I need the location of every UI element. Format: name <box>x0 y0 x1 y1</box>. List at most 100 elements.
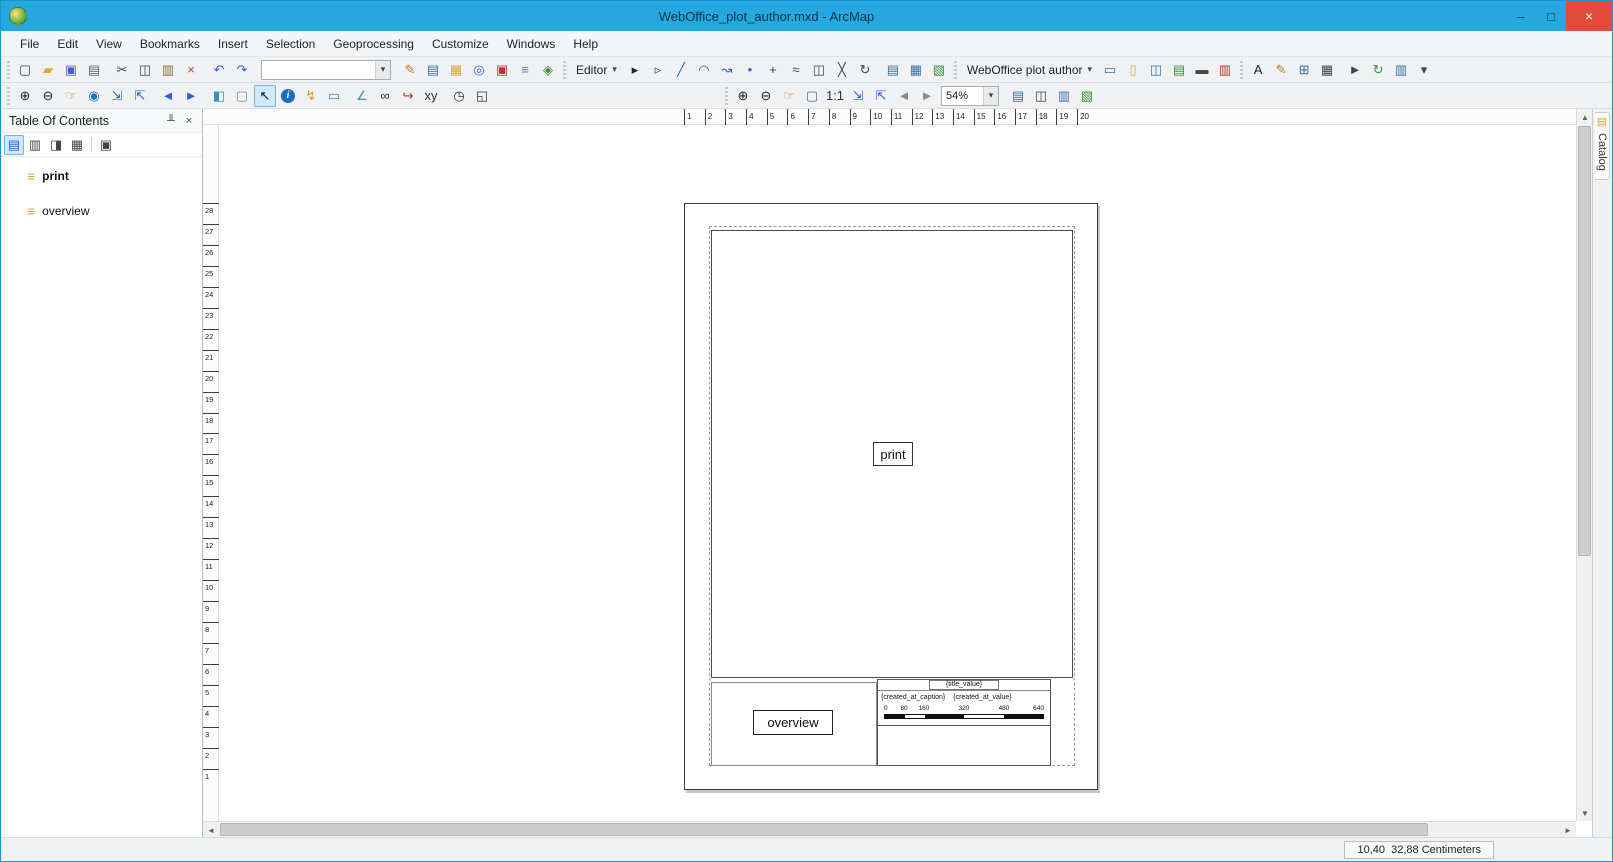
layout-zoom-percent-combo[interactable]: 54%▾ <box>941 86 999 106</box>
title-block[interactable]: {title_value} {created_at_caption} {crea… <box>877 679 1051 766</box>
toc-layer-overview[interactable]: ≡overview <box>27 201 202 221</box>
identify-icon[interactable]: i <box>277 85 299 107</box>
menu-item-edit[interactable]: Edit <box>48 33 87 55</box>
toolbar-overflow-chevron-icon[interactable]: ▾ <box>1413 59 1435 81</box>
python-window-icon[interactable]: ≡ <box>514 59 536 81</box>
reshape-feature-icon[interactable]: ≈ <box>785 59 807 81</box>
model-builder-icon[interactable]: ◈ <box>537 59 559 81</box>
toolbar-grip[interactable] <box>725 87 728 105</box>
plot-page-icon[interactable]: ▯ <box>1122 59 1144 81</box>
toolbar-grip[interactable] <box>7 61 10 79</box>
list-by-visibility-icon[interactable]: ◨ <box>46 135 66 155</box>
scroll-down-icon[interactable]: ▼ <box>1577 805 1592 821</box>
toolbar-grip[interactable] <box>954 61 957 79</box>
layout-page[interactable]: print overview {title_value} {created_at… <box>684 203 1098 790</box>
toolbar-grip[interactable] <box>7 87 10 105</box>
edit-tool-icon[interactable]: ▸ <box>624 59 646 81</box>
vertical-scrollbar-thumb[interactable] <box>1578 126 1591 556</box>
overflow-window-icon[interactable]: ▦ <box>1316 59 1338 81</box>
layout-back-extent-icon[interactable]: ◄ <box>893 85 915 107</box>
scroll-up-icon[interactable]: ▲ <box>1577 109 1592 125</box>
layout-fixed-zoom-in-icon[interactable]: ⇲ <box>847 85 869 107</box>
close-icon[interactable]: × <box>180 112 198 130</box>
select-elements-icon[interactable]: ↖ <box>254 85 276 107</box>
undo-icon[interactable]: ↶ <box>208 59 230 81</box>
layout-fixed-zoom-out-icon[interactable]: ⇱ <box>870 85 892 107</box>
layout-view-canvas[interactable]: 1234567891011121314151617181920 28272625… <box>203 109 1592 837</box>
layout-zoom-out-icon[interactable]: ⊖ <box>755 85 777 107</box>
page-layout-icon[interactable]: ▥ <box>1390 59 1412 81</box>
clear-selection-icon[interactable]: ▢ <box>231 85 253 107</box>
create-features-icon[interactable]: ▧ <box>928 59 950 81</box>
title-bar[interactable]: WebOffice_plot_author.mxd - ArcMap – □ × <box>1 1 1612 31</box>
html-popup-icon[interactable]: ▭ <box>323 85 345 107</box>
menu-item-view[interactable]: View <box>87 33 131 55</box>
maximize-button[interactable]: □ <box>1536 1 1566 31</box>
weboffice-plot-author-menu-button[interactable]: WebOffice plot author▾ <box>961 59 1098 81</box>
vertical-scrollbar[interactable]: ▲ ▼ <box>1576 109 1592 821</box>
layout-zoom-100-icon[interactable]: 1:1 <box>824 85 846 107</box>
menu-item-windows[interactable]: Windows <box>498 33 565 55</box>
redo-icon[interactable]: ↷ <box>231 59 253 81</box>
catalog-tab[interactable]: ▤ Catalog <box>1595 112 1610 180</box>
layout-pan-icon[interactable]: ☞ <box>778 85 800 107</box>
editor-toolbar-toggle-icon[interactable]: ✎ <box>399 59 421 81</box>
scroll-left-icon[interactable]: ◄ <box>203 822 219 837</box>
previous-extent-icon[interactable]: ◄ <box>157 85 179 107</box>
plot-export-icon[interactable]: ▥ <box>1214 59 1236 81</box>
fixed-zoom-in-icon[interactable]: ⇲ <box>106 85 128 107</box>
point-tool-icon[interactable]: • <box>739 59 761 81</box>
search-window-icon[interactable]: ◎ <box>468 59 490 81</box>
scroll-right-icon[interactable]: ► <box>1560 822 1576 837</box>
print-frame-label[interactable]: print <box>873 442 913 466</box>
copy-icon[interactable]: ◫ <box>134 59 156 81</box>
select-features-icon[interactable]: ◧ <box>208 85 230 107</box>
pan-icon[interactable]: ☞ <box>60 85 82 107</box>
refresh-view-icon[interactable]: ↻ <box>1367 59 1389 81</box>
delete-icon[interactable]: × <box>180 59 202 81</box>
dropdown-arrow-icon[interactable]: ▾ <box>983 87 998 105</box>
list-by-drawing-order-icon[interactable]: ▤ <box>4 135 24 155</box>
list-by-selection-icon[interactable]: ▦ <box>67 135 87 155</box>
map-scale-combo[interactable]: ▾ <box>261 60 391 80</box>
menu-item-bookmarks[interactable]: Bookmarks <box>131 33 209 55</box>
catalog-window-icon[interactable]: ▦ <box>445 59 467 81</box>
rotate-tool-icon[interactable]: ↻ <box>854 59 876 81</box>
layout-forward-extent-icon[interactable]: ► <box>916 85 938 107</box>
plot-legend-icon[interactable]: ▤ <box>1168 59 1190 81</box>
open-folder-icon[interactable]: ▰ <box>37 59 59 81</box>
north-arrow-icon[interactable]: ► <box>1344 59 1366 81</box>
toggle-draft-mode-icon[interactable]: ▤ <box>1007 85 1029 107</box>
next-extent-icon[interactable]: ► <box>180 85 202 107</box>
straight-segment-icon[interactable]: ╱ <box>670 59 692 81</box>
overview-data-frame[interactable]: overview <box>753 710 833 735</box>
attributes-window-icon[interactable]: ▤ <box>882 59 904 81</box>
split-tool-icon[interactable]: ╳ <box>831 59 853 81</box>
horizontal-scrollbar[interactable]: ◄ ► <box>203 821 1576 837</box>
grid-window-icon[interactable]: ⊞ <box>1293 59 1315 81</box>
menu-item-file[interactable]: File <box>11 33 48 55</box>
arctoolbox-icon[interactable]: ▣ <box>491 59 513 81</box>
toolbar-grip[interactable] <box>563 61 566 79</box>
cut-icon[interactable]: ✂ <box>111 59 133 81</box>
save-icon[interactable]: ▣ <box>60 59 82 81</box>
layout-zoom-in-icon[interactable]: ⊕ <box>732 85 754 107</box>
measure-icon[interactable]: ∠ <box>351 85 373 107</box>
zoom-in-icon[interactable]: ⊕ <box>14 85 36 107</box>
pin-icon[interactable]: ╨ <box>162 112 180 130</box>
print-icon[interactable]: ▤ <box>83 59 105 81</box>
plot-frame-icon[interactable]: ▭ <box>1099 59 1121 81</box>
find-icon[interactable]: ∞ <box>374 85 396 107</box>
editor-menu-button[interactable]: Editor▾ <box>570 59 623 81</box>
toc-layer-print[interactable]: ≡print <box>27 166 202 186</box>
fixed-zoom-out-icon[interactable]: ⇱ <box>129 85 151 107</box>
edit-annotation-tool-icon[interactable]: ▹ <box>647 59 669 81</box>
new-text-icon[interactable]: A <box>1247 59 1269 81</box>
toc-options-icon[interactable]: ▣ <box>96 135 116 155</box>
table-of-contents-window-icon[interactable]: ▤ <box>422 59 444 81</box>
go-to-xy-icon[interactable]: xy <box>420 85 442 107</box>
toolbar-grip[interactable] <box>1240 61 1243 79</box>
layout-zoom-whole-page-icon[interactable]: ▢ <box>801 85 823 107</box>
zoom-out-icon[interactable]: ⊖ <box>37 85 59 107</box>
viewer-window-icon[interactable]: ◱ <box>471 85 493 107</box>
